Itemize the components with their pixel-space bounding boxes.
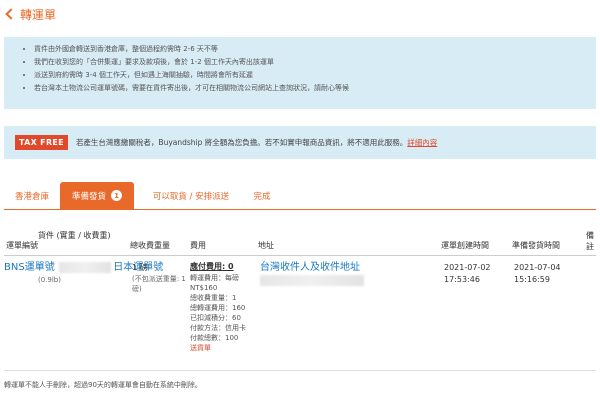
delivery-note-link[interactable]: 送貨單 xyxy=(190,343,256,353)
notice-item: 若台灣本土物流公司運單號碼，需要在貨件寄出後，才可在相關物流公司網站上查詢狀況，… xyxy=(34,82,596,95)
prepared-date: 2021-07-04 xyxy=(514,263,561,272)
tax-details-link[interactable]: 詳細內容 xyxy=(407,138,437,147)
created-clock: 17:53:46 xyxy=(444,275,480,284)
fee-line: 付款總數：100 xyxy=(190,334,239,342)
prepared-time: 2021-07-04 15:16:59 xyxy=(514,262,561,286)
status-tabs: 香港倉庫 準備發貨 1 可以取貨 / 安排派送 完成 xyxy=(4,182,596,210)
footer-note: 轉運單不能人手刪除，超過90天的轉運單會自動在系統中刪除。 xyxy=(4,381,202,389)
address-redacted xyxy=(260,275,368,287)
fee-line: 總收費重量：1 xyxy=(190,294,237,302)
fee-line: 已扣減積分：60 xyxy=(190,314,241,322)
fee-line: 轉運費用：每磅 xyxy=(190,274,239,282)
fee-line: NT$160 xyxy=(190,284,218,292)
tab-completed[interactable]: 完成 xyxy=(242,182,282,209)
prepared-clock: 15:16:59 xyxy=(514,275,550,284)
notice-box: 貨件由外國倉轉送到香港倉庫，整個過程約需時 2-6 天不等 我們在收到您的「合併… xyxy=(4,37,596,109)
fee-details: 應付費用: 0 轉運費用：每磅 NT$160 總收費重量：1 總轉運費用：160… xyxy=(190,261,256,353)
tax-free-badge: TAX FREE xyxy=(15,135,68,150)
weight-note: (不包派送重量: 1磅) xyxy=(132,275,186,293)
total-weight: 1 磅 xyxy=(132,263,148,272)
tax-free-text: 若產生台灣應繳關稅者，Buyandship 將全額為您負擔。若不如實申報商品資訊… xyxy=(76,137,437,148)
fee-payable: 應付費用: 0 xyxy=(190,262,234,271)
address-cell: 台灣收件人及收件地址 xyxy=(260,262,360,274)
bns-waybill-link[interactable]: BNS運單號 xyxy=(4,262,55,273)
item-weight: (0.9lb) xyxy=(38,276,61,284)
col-header-weight: 總收費重量 xyxy=(130,241,170,250)
created-time: 2021-07-02 17:53:46 xyxy=(444,262,491,286)
col-header-fee: 費用 xyxy=(190,241,206,250)
page-title: 轉運單 xyxy=(20,7,57,22)
col-header-items: 貨件 (實重 / 收費重) xyxy=(38,231,111,240)
table-header-divider xyxy=(4,255,596,256)
notice-item: 派送到府約需時 3-4 個工作天，但如遇上海關抽驗，時間將會所有延遲 xyxy=(34,69,596,82)
redacted-text xyxy=(260,275,364,286)
tab-label: 香港倉庫 xyxy=(14,191,49,202)
page-header: 轉運單 xyxy=(4,6,56,22)
created-date: 2021-07-02 xyxy=(444,263,491,272)
tab-label: 可以取貨 / 安排派送 xyxy=(152,191,230,202)
tab-count-badge: 1 xyxy=(111,190,122,201)
col-header-waybill: 運單編號 xyxy=(6,241,38,250)
table-row-divider xyxy=(4,370,596,371)
fee-line: 總轉運費用：160 xyxy=(190,304,246,312)
tab-label: 準備發貨 xyxy=(71,191,106,202)
address-link[interactable]: 台灣收件人及收件地址 xyxy=(260,262,360,273)
tax-free-banner: TAX FREE 若產生台灣應繳關稅者，Buyandship 將全額為您負擔。若… xyxy=(4,126,596,159)
notice-item: 貨件由外國倉轉送到香港倉庫，整個過程約需時 2-6 天不等 xyxy=(34,43,596,56)
redacted-text xyxy=(58,262,111,273)
col-header-created: 運單創建時間 xyxy=(441,241,489,250)
fee-line: 付款方法：信用卡 xyxy=(190,324,246,332)
col-header-address: 地址 xyxy=(258,241,274,250)
col-header-remark: 備註 xyxy=(586,231,594,251)
notice-item: 我們在收到您的「合併集運」要求及款項後，會於 1-2 個工作天內寄出該運單 xyxy=(34,56,596,69)
col-header-prepared: 準備發貨時間 xyxy=(512,241,560,250)
tab-label: 完成 xyxy=(253,191,271,202)
chevron-left-icon[interactable] xyxy=(5,8,17,20)
tab-hk-warehouse[interactable]: 香港倉庫 xyxy=(4,182,60,209)
tab-preparing[interactable]: 準備發貨 1 xyxy=(60,182,134,209)
tab-pickup-delivery[interactable]: 可以取貨 / 安排派送 xyxy=(140,182,242,209)
tax-free-message: 若產生台灣應繳關稅者，Buyandship 將全額為您負擔。若不如實申報商品資訊… xyxy=(75,138,408,147)
